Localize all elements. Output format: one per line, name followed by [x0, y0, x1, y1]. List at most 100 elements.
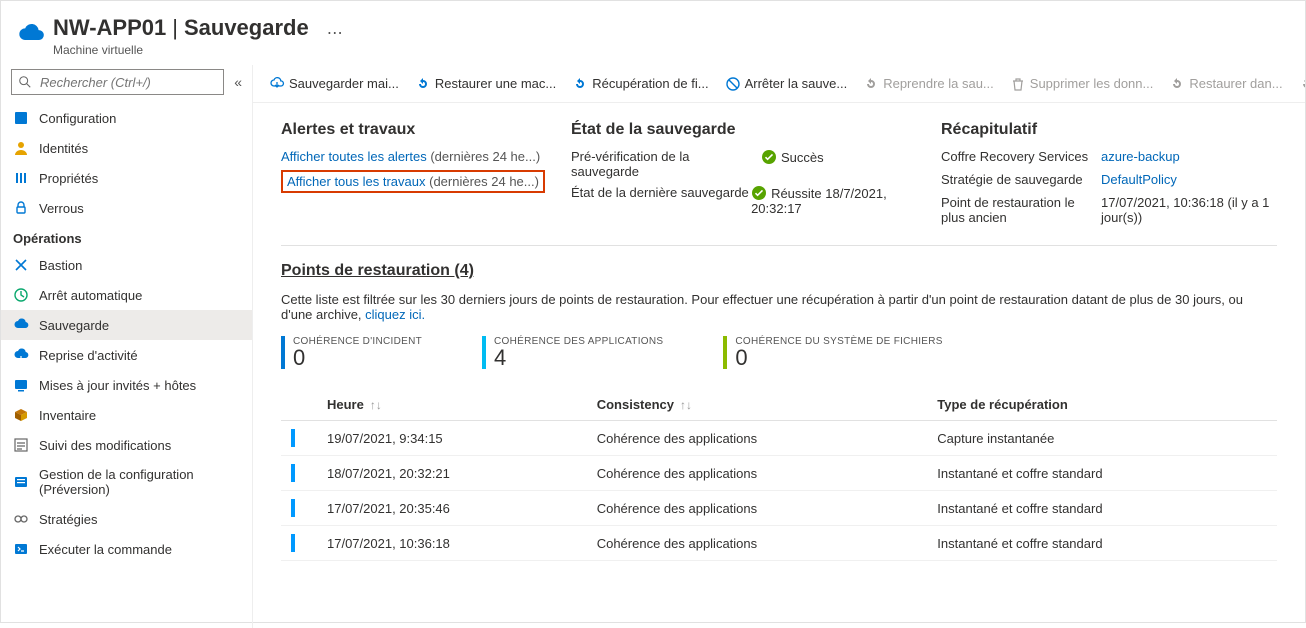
- toolbar-resume-backup: Reprendre la sau...: [857, 72, 1000, 96]
- policy-link[interactable]: DefaultPolicy: [1101, 172, 1277, 187]
- toolbar-file-recovery[interactable]: Récupération de fi...: [566, 72, 714, 96]
- cancel-icon: [1299, 76, 1305, 92]
- page-name: Sauvegarde: [184, 15, 309, 41]
- toolbar-label: Reprendre la sau...: [883, 76, 994, 91]
- toolbar-stop-backup[interactable]: Arrêter la sauve...: [719, 72, 854, 96]
- col-time[interactable]: Heure↑↓: [317, 389, 587, 421]
- vault-label: Coffre Recovery Services: [941, 149, 1091, 164]
- updates-icon: [13, 377, 29, 393]
- sidebar-item-configuration[interactable]: Configuration: [1, 103, 252, 133]
- row-indicator-icon: [291, 499, 295, 517]
- bastion-icon: [13, 257, 29, 273]
- cell-type: Instantané et coffre standard: [927, 456, 1277, 491]
- consistency-stats: COHÉRENCE D'INCIDENT0COHÉRENCE DES APPLI…: [281, 336, 1277, 369]
- sidebar: « Configuration Identités Propriétés Verrou…: [1, 65, 253, 628]
- sidebar-item-label: Suivi des modifications: [39, 438, 171, 453]
- show-all-alerts-link[interactable]: Afficher toutes les alertes: [281, 149, 427, 164]
- toolbar-label: Récupération de fi...: [592, 76, 708, 91]
- toolbar-label: Arrêter la sauve...: [745, 76, 848, 91]
- jobs-suffix: (dernières 24 he...): [426, 174, 539, 189]
- properties-icon: [13, 170, 29, 186]
- sidebar-item-locks[interactable]: Verrous: [1, 193, 252, 223]
- cell-type: Instantané et coffre standard: [927, 491, 1277, 526]
- changes-icon: [13, 437, 29, 453]
- table-row[interactable]: 19/07/2021, 9:34:15 Cohérence des applic…: [281, 421, 1277, 456]
- table-row[interactable]: 17/07/2021, 10:36:18 Cohérence des appli…: [281, 526, 1277, 561]
- cell-time: 17/07/2021, 20:35:46: [317, 491, 587, 526]
- sidebar-item-bastion[interactable]: Bastion: [1, 250, 252, 280]
- more-icon[interactable]: ⋯: [327, 23, 343, 43]
- sidebar-item-run[interactable]: Exécuter la commande: [1, 534, 252, 564]
- sidebar-item-label: Reprise d'activité: [39, 348, 138, 363]
- cell-consistency: Cohérence des applications: [587, 421, 928, 456]
- main-content: Sauvegarder mai... Restaurer une mac... Ré…: [253, 65, 1305, 628]
- status-title: État de la sauvegarde: [571, 121, 931, 139]
- search-input[interactable]: [38, 74, 217, 91]
- sidebar-item-policies[interactable]: Stratégies: [1, 504, 252, 534]
- sidebar-item-changes[interactable]: Suivi des modifications: [1, 430, 252, 460]
- oldest-label: Point de restauration le plus ancien: [941, 195, 1091, 225]
- restore-older-link[interactable]: cliquez ici.: [365, 307, 425, 322]
- sidebar-item-label: Inventaire: [39, 408, 96, 423]
- toolbar-label: Restaurer une mac...: [435, 76, 556, 91]
- precheck-label: Pré-vérification de la sauvegarde: [571, 149, 761, 179]
- restore-vm-icon: [415, 76, 431, 92]
- sidebar-item-label: Propriétés: [39, 171, 98, 186]
- table-row[interactable]: 17/07/2021, 20:35:46 Cohérence des appli…: [281, 491, 1277, 526]
- sidebar-item-config[interactable]: Gestion de la configuration (Préversion): [1, 460, 252, 504]
- resource-type: Machine virtuelle: [53, 43, 309, 57]
- show-all-jobs-link[interactable]: Afficher tous les travaux: [287, 174, 426, 189]
- precheck-value: Succès: [761, 149, 824, 165]
- sidebar-item-backup[interactable]: Sauvegarde: [1, 310, 252, 340]
- sidebar-item-inventory[interactable]: Inventaire: [1, 400, 252, 430]
- lastbackup-label: État de la dernière sauvegarde: [571, 185, 751, 200]
- success-icon: [751, 185, 767, 201]
- cell-consistency: Cohérence des applications: [587, 456, 928, 491]
- sidebar-item-properties[interactable]: Propriétés: [1, 163, 252, 193]
- locks-icon: [13, 200, 29, 216]
- stat-value: 0: [293, 347, 422, 369]
- sidebar-item-autoshutdown[interactable]: Arrêt automatique: [1, 280, 252, 310]
- consistency-stat: COHÉRENCE DU SYSTÈME DE FICHIERS0: [723, 336, 942, 369]
- sidebar-item-label: Identités: [39, 141, 88, 156]
- resource-name: NW-APP01: [53, 15, 166, 41]
- consistency-stat: COHÉRENCE DES APPLICATIONS4: [482, 336, 663, 369]
- col-type[interactable]: Type de récupération: [927, 389, 1277, 421]
- sidebar-item-label: Exécuter la commande: [39, 542, 172, 557]
- identities-icon: [13, 140, 29, 156]
- stat-value: 4: [494, 347, 663, 369]
- sidebar-item-updates[interactable]: Mises à jour invités + hôtes: [1, 370, 252, 400]
- toolbar-delete-data: Supprimer les donn...: [1004, 72, 1160, 96]
- stat-label: COHÉRENCE DES APPLICATIONS: [494, 336, 663, 347]
- sidebar-item-identities[interactable]: Identités: [1, 133, 252, 163]
- sort-icon: ↑↓: [370, 398, 382, 412]
- table-row[interactable]: 18/07/2021, 20:32:21 Cohérence des appli…: [281, 456, 1277, 491]
- toolbar: Sauvegarder mai... Restaurer une mac... Ré…: [253, 65, 1305, 103]
- alerts-suffix: (dernières 24 he...): [427, 149, 540, 164]
- success-icon: [761, 149, 777, 165]
- restore-points-title: Points de restauration (4): [281, 262, 1277, 280]
- sidebar-item-label: Configuration: [39, 111, 116, 126]
- toolbar-backup-now[interactable]: Sauvegarder mai...: [263, 72, 405, 96]
- collapse-icon[interactable]: «: [234, 74, 242, 90]
- sort-icon: ↑↓: [680, 398, 692, 412]
- toolbar-label: Sauvegarder mai...: [289, 76, 399, 91]
- sidebar-group-operations: Opérations: [1, 223, 252, 250]
- page-header: NW-APP01 | Sauvegarde Machine virtuelle …: [1, 1, 1305, 65]
- sidebar-item-label: Mises à jour invités + hôtes: [39, 378, 196, 393]
- toolbar-restore-vm[interactable]: Restaurer une mac...: [409, 72, 562, 96]
- sidebar-item-label: Verrous: [39, 201, 84, 216]
- autoshutdown-icon: [13, 287, 29, 303]
- row-indicator-icon: [291, 464, 295, 482]
- col-consistency[interactable]: Consistency↑↓: [587, 389, 928, 421]
- file-recovery-icon: [572, 76, 588, 92]
- sidebar-item-dr[interactable]: Reprise d'activité: [1, 340, 252, 370]
- config-icon: [13, 474, 29, 490]
- run-icon: [13, 541, 29, 557]
- resume-backup-icon: [863, 76, 879, 92]
- dr-icon: [13, 347, 29, 363]
- sidebar-item-label: Arrêt automatique: [39, 288, 142, 303]
- page-title: NW-APP01 | Sauvegarde: [53, 15, 309, 41]
- sidebar-search[interactable]: [11, 69, 224, 95]
- vault-link[interactable]: azure-backup: [1101, 149, 1277, 164]
